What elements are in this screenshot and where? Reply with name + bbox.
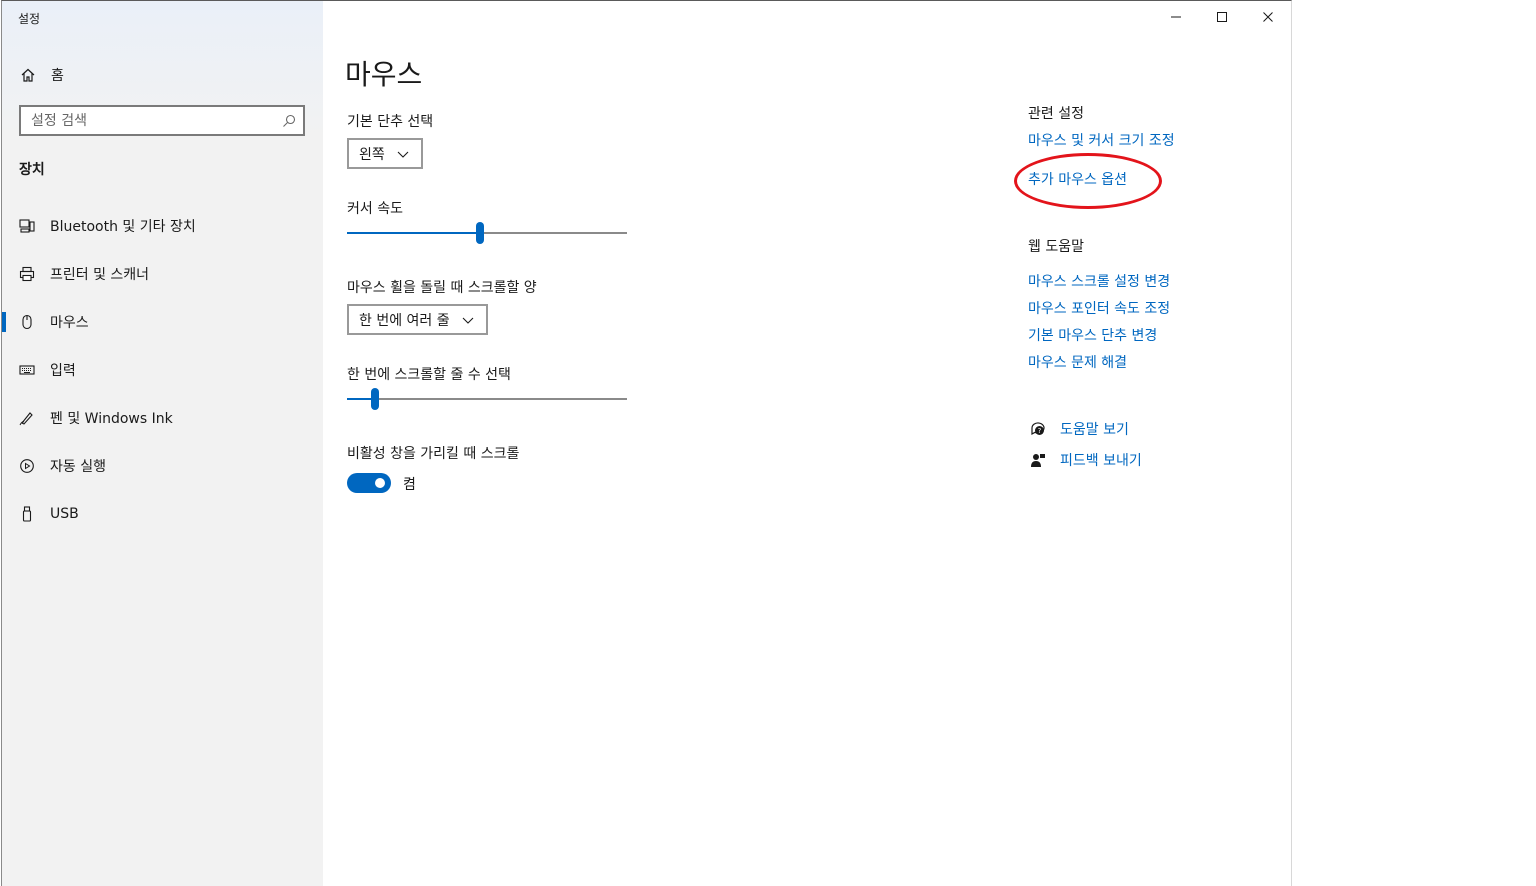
help-link[interactable]: 도움말 보기 [1060, 419, 1129, 439]
bluetooth-devices-icon [19, 218, 35, 234]
sidebar-item-input[interactable]: 입력 [2, 346, 323, 394]
sidebar-item-label: 펜 및 Windows Ink [50, 411, 173, 427]
inactive-scroll-toggle[interactable] [347, 473, 391, 493]
home-icon [20, 67, 36, 83]
pen-icon [19, 410, 35, 426]
svg-text:?: ? [1038, 427, 1042, 435]
feedback-row[interactable]: 피드백 보내기 [1028, 450, 1142, 470]
slider-fill [347, 232, 480, 234]
sidebar: 설정 홈 장치 Bluetooth 및 기타 장치 [2, 1, 323, 886]
link-additional-mouse-options[interactable]: 추가 마우스 옵션 [1028, 169, 1127, 189]
sidebar-item-label: 입력 [50, 363, 76, 379]
slider-thumb[interactable] [371, 388, 379, 410]
related-settings-panel: 관련 설정 마우스 및 커서 크기 조정 추가 마우스 옵션 웹 도움말 마우스… [1028, 1, 1288, 886]
chevron-down-icon [460, 312, 476, 328]
main-content: 마우스 기본 단추 선택 왼쪽 커서 속도 마우스 휠을 돌릴 때 스크롤할 양… [323, 1, 1003, 886]
nav-home-label: 홈 [51, 68, 64, 84]
toggle-knob [375, 478, 385, 488]
primary-button-value: 왼쪽 [359, 146, 385, 163]
mouse-icon [19, 314, 35, 330]
feedback-icon [1030, 452, 1046, 468]
sidebar-item-mouse[interactable]: 마우스 [2, 298, 323, 346]
sidebar-item-label: USB [50, 506, 79, 522]
scroll-lines-slider[interactable] [347, 387, 627, 411]
scroll-amount-dropdown[interactable]: 한 번에 여러 줄 [347, 304, 488, 335]
search-input[interactable] [21, 107, 281, 134]
scroll-lines-label: 한 번에 스크롤할 줄 수 선택 [347, 367, 511, 383]
help-row[interactable]: ? 도움말 보기 [1028, 419, 1129, 439]
link-mouse-cursor-size[interactable]: 마우스 및 커서 크기 조정 [1028, 130, 1175, 150]
nav-list: Bluetooth 및 기타 장치 프린터 및 스캐너 마우스 입력 펜 및 W… [2, 202, 323, 538]
keyboard-icon [19, 362, 35, 378]
related-settings-heading: 관련 설정 [1028, 106, 1084, 122]
app-title: 설정 [18, 12, 41, 26]
scroll-amount-label: 마우스 휠을 돌릴 때 스크롤할 양 [347, 280, 537, 296]
search-box[interactable] [19, 105, 305, 136]
sidebar-item-label: Bluetooth 및 기타 장치 [50, 219, 196, 235]
link-scroll-settings[interactable]: 마우스 스크롤 설정 변경 [1028, 271, 1170, 291]
page-title: 마우스 [345, 58, 423, 91]
slider-track [347, 398, 627, 400]
settings-window: 설정 홈 장치 Bluetooth 및 기타 장치 [1, 0, 1292, 886]
sidebar-item-pen[interactable]: 펜 및 Windows Ink [2, 394, 323, 442]
nav-home[interactable]: 홈 [2, 59, 323, 91]
inactive-scroll-state: 켬 [403, 477, 416, 493]
link-pointer-speed[interactable]: 마우스 포인터 속도 조정 [1028, 298, 1170, 318]
autoplay-icon [19, 458, 35, 474]
sidebar-item-printers[interactable]: 프린터 및 스캐너 [2, 250, 323, 298]
section-title: 장치 [19, 162, 45, 178]
sidebar-item-autoplay[interactable]: 자동 실행 [2, 442, 323, 490]
search-icon[interactable] [281, 113, 297, 129]
scroll-amount-value: 한 번에 여러 줄 [359, 312, 450, 329]
usb-icon [19, 506, 35, 522]
sidebar-item-usb[interactable]: USB [2, 490, 323, 538]
primary-button-dropdown[interactable]: 왼쪽 [347, 138, 423, 169]
sidebar-item-label: 마우스 [50, 315, 89, 331]
slider-thumb[interactable] [476, 222, 484, 244]
chevron-down-icon [395, 146, 411, 162]
primary-button-label: 기본 단추 선택 [347, 114, 434, 130]
web-help-heading: 웹 도움말 [1028, 239, 1084, 255]
cursor-speed-label: 커서 속도 [347, 201, 403, 217]
link-mouse-troubleshoot[interactable]: 마우스 문제 해결 [1028, 352, 1127, 372]
printer-icon [19, 266, 35, 282]
inactive-scroll-label: 비활성 창을 가리킬 때 스크롤 [347, 446, 520, 462]
help-chat-icon: ? [1030, 421, 1046, 437]
link-primary-button[interactable]: 기본 마우스 단추 변경 [1028, 325, 1157, 345]
cursor-speed-slider[interactable] [347, 221, 627, 245]
sidebar-item-label: 프린터 및 스캐너 [50, 267, 150, 283]
sidebar-item-label: 자동 실행 [50, 459, 106, 475]
sidebar-item-bluetooth[interactable]: Bluetooth 및 기타 장치 [2, 202, 323, 250]
feedback-link[interactable]: 피드백 보내기 [1060, 450, 1142, 470]
